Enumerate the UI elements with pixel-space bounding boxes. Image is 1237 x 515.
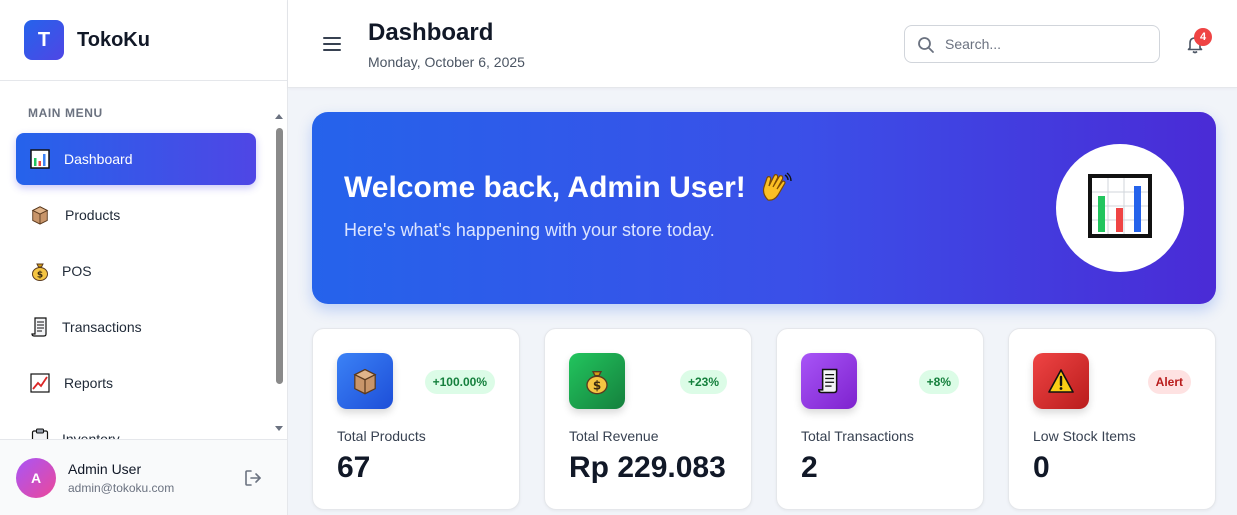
brand-logo: T: [24, 20, 64, 60]
stat-label: Total Transactions: [801, 428, 914, 444]
scroll-down-arrow[interactable]: [275, 426, 283, 431]
stat-card-products[interactable]: +100.00% Total Products 67: [312, 328, 520, 510]
bar-chart-icon: [30, 149, 50, 169]
search-input[interactable]: [945, 33, 1145, 55]
trend-badge: +100.00%: [424, 370, 495, 394]
money-bag-icon: $: [569, 353, 625, 409]
trend-badge: +8%: [918, 370, 959, 394]
page-title: Dashboard: [368, 19, 494, 46]
banner-chart-badge: [1056, 144, 1184, 272]
money-bag-icon: $: [30, 261, 50, 281]
clipboard-icon: [30, 428, 50, 439]
brand-name: TokoKu: [77, 28, 150, 51]
sidebar-item-label: Reports: [64, 375, 114, 391]
banner-title-text: Welcome back, Admin User!: [344, 171, 746, 204]
trend-chart-icon: [30, 373, 50, 393]
menu-section-title: MAIN MENU: [28, 106, 103, 120]
stat-label: Low Stock Items: [1033, 428, 1136, 444]
page-date: Monday, October 6, 2025: [368, 54, 525, 70]
sidebar-item-label: Dashboard: [64, 151, 133, 167]
scroll-thumb[interactable]: [276, 128, 283, 384]
sidebar-item-products[interactable]: Products: [16, 189, 256, 241]
sidebar-scrollbar[interactable]: [272, 111, 286, 431]
package-icon: [337, 353, 393, 409]
alert-badge: Alert: [1147, 370, 1191, 394]
stat-card-revenue[interactable]: $ +23% Total Revenue Rp 229.083: [544, 328, 752, 510]
banner-subtitle: Here's what's happening with your store …: [344, 220, 715, 240]
sidebar-item-label: Products: [65, 207, 121, 223]
notification-badge: 4: [1194, 28, 1212, 46]
package-icon: [30, 205, 50, 225]
sidebar-item-reports[interactable]: Reports: [16, 357, 256, 409]
svg-text:$: $: [37, 271, 43, 281]
hamburger-menu-icon[interactable]: [322, 35, 342, 53]
sidebar-item-label: Transactions: [62, 319, 142, 335]
receipt-icon: [30, 317, 50, 337]
waving-hand-icon: [758, 170, 794, 206]
warning-icon: [1033, 353, 1089, 409]
sidebar-item-pos[interactable]: $ POS: [16, 245, 256, 297]
stat-value: 67: [337, 451, 371, 484]
sidebar: T TokoKu MAIN MENU Dashboard Products $ …: [0, 0, 288, 515]
sidebar-item-label: Inventory: [62, 431, 120, 439]
user-name: Admin User: [68, 460, 142, 477]
user-profile[interactable]: A Admin User admin@tokoku.com: [0, 439, 287, 515]
user-info: Admin User admin@tokoku.com: [68, 461, 174, 495]
stat-value: Rp 229.083: [569, 451, 726, 484]
trend-badge: +23%: [679, 370, 727, 394]
stat-card-transactions[interactable]: +8% Total Transactions 2: [776, 328, 984, 510]
sidebar-item-inventory[interactable]: Inventory: [16, 413, 256, 439]
main-menu: MAIN MENU Dashboard Products $ POS Trans…: [0, 81, 287, 439]
top-header: Dashboard Monday, October 6, 2025 4: [288, 0, 1237, 88]
stat-label: Total Products: [337, 428, 426, 444]
receipt-icon: [801, 353, 857, 409]
stat-card-low-stock[interactable]: Alert Low Stock Items 0: [1008, 328, 1216, 510]
search-box[interactable]: [904, 25, 1160, 63]
user-email: admin@tokoku.com: [68, 480, 175, 495]
avatar: A: [16, 457, 56, 498]
banner-title: Welcome back, Admin User!: [344, 170, 794, 206]
search-icon: [917, 36, 935, 54]
sidebar-item-dashboard[interactable]: Dashboard: [16, 133, 256, 185]
scroll-up-arrow[interactable]: [275, 114, 283, 119]
bar-chart-icon: [1088, 173, 1152, 243]
sidebar-item-transactions[interactable]: Transactions: [16, 301, 256, 353]
stat-label: Total Revenue: [569, 428, 659, 444]
stat-value: 0: [1033, 451, 1050, 484]
svg-text:$: $: [593, 379, 601, 393]
welcome-banner: Welcome back, Admin User! Here's what's …: [312, 112, 1216, 304]
brand[interactable]: T TokoKu: [0, 0, 287, 81]
stat-value: 2: [801, 451, 818, 484]
logout-icon[interactable]: [243, 468, 263, 488]
sidebar-item-label: POS: [62, 263, 92, 279]
